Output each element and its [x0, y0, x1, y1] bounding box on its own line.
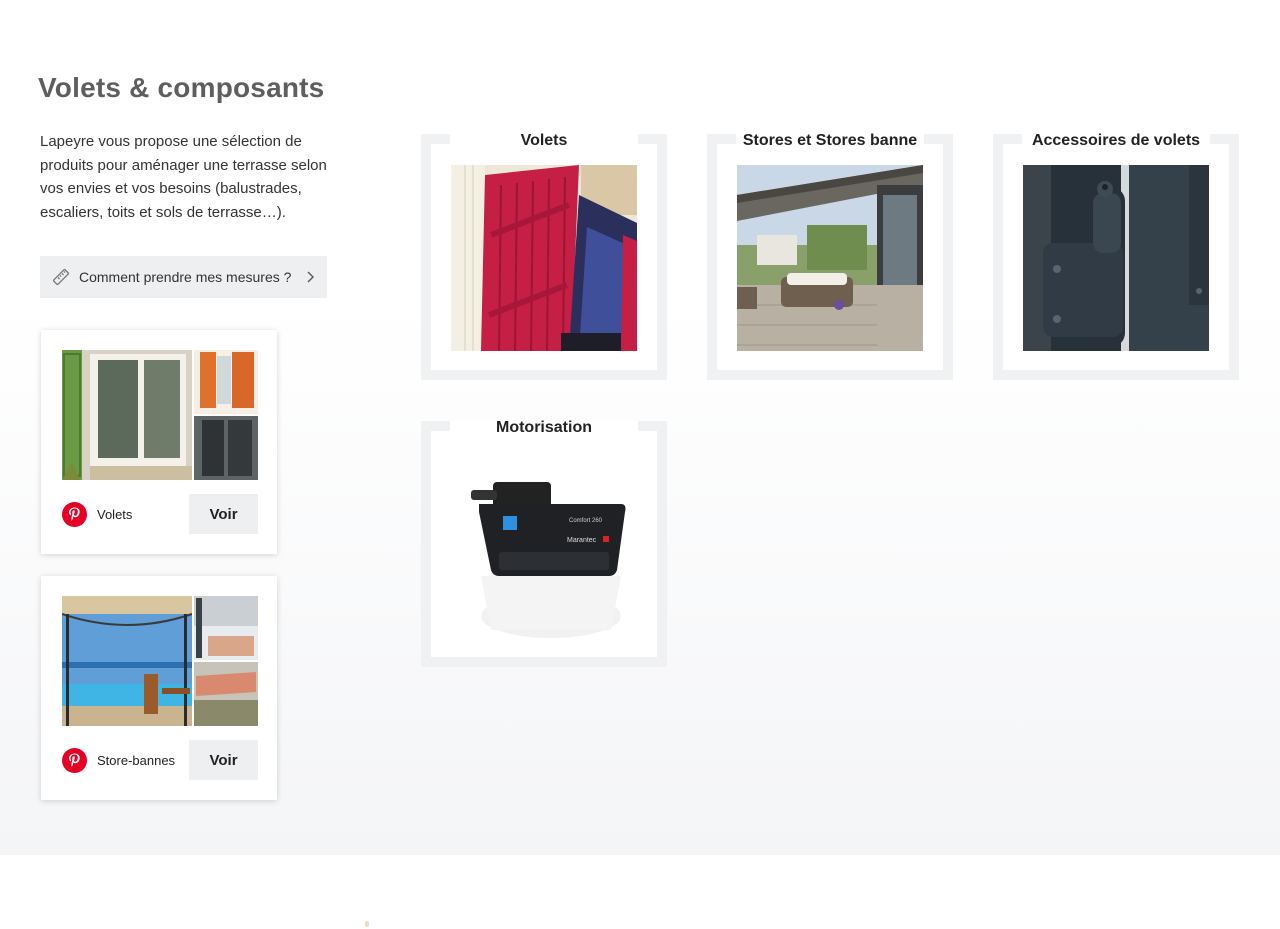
ruler-icon: [52, 268, 70, 286]
measure-guide-label: Comment prendre mes mesures ?: [79, 269, 292, 285]
store-bannes-collage-image[interactable]: [62, 596, 258, 726]
svg-text:Marantec: Marantec: [567, 537, 597, 544]
footer-band: [0, 855, 1280, 929]
category-stores-et-stores-banne[interactable]: Stores et Stores banne: [707, 133, 953, 380]
accessoires-category-image: [1023, 165, 1209, 351]
pinterest-card-label: Volets: [97, 506, 133, 522]
category-title: Stores et Stores banne: [736, 133, 924, 158]
category-title: Accessoires de volets: [1022, 133, 1210, 158]
volets-category-image: [451, 165, 637, 351]
category-accessoires-de-volets[interactable]: Accessoires de volets: [993, 133, 1239, 380]
voir-button-volets[interactable]: Voir: [189, 494, 258, 534]
volets-collage-image[interactable]: [62, 350, 258, 480]
pinterest-card-volets: Volets Voir: [41, 330, 277, 554]
category-volets[interactable]: Volets: [421, 133, 667, 380]
motorisation-category-image: Comfort 260 Marantec: [451, 452, 637, 638]
category-title: Motorisation: [450, 420, 638, 445]
pinterest-icon: [62, 747, 87, 773]
pinterest-card-store-bannes: Store-bannes Voir: [41, 576, 277, 800]
voir-button-store-bannes[interactable]: Voir: [189, 740, 258, 780]
category-title: Volets: [450, 133, 638, 158]
measure-guide-button[interactable]: Comment prendre mes mesures ?: [40, 256, 327, 298]
category-motorisation[interactable]: Motorisation Comfort 260 Marantec: [421, 420, 667, 667]
intro-text: Lapeyre vous propose une sélection de pr…: [40, 133, 327, 221]
pinterest-card-label: Store-bannes: [97, 752, 176, 768]
footer-decoration: [365, 921, 369, 927]
stores-category-image: [737, 165, 923, 351]
page-title: Volets & composants: [38, 72, 325, 103]
pinterest-icon: [62, 501, 87, 527]
svg-text:Comfort 260: Comfort 260: [569, 518, 603, 524]
chevron-right-icon: [307, 271, 314, 283]
